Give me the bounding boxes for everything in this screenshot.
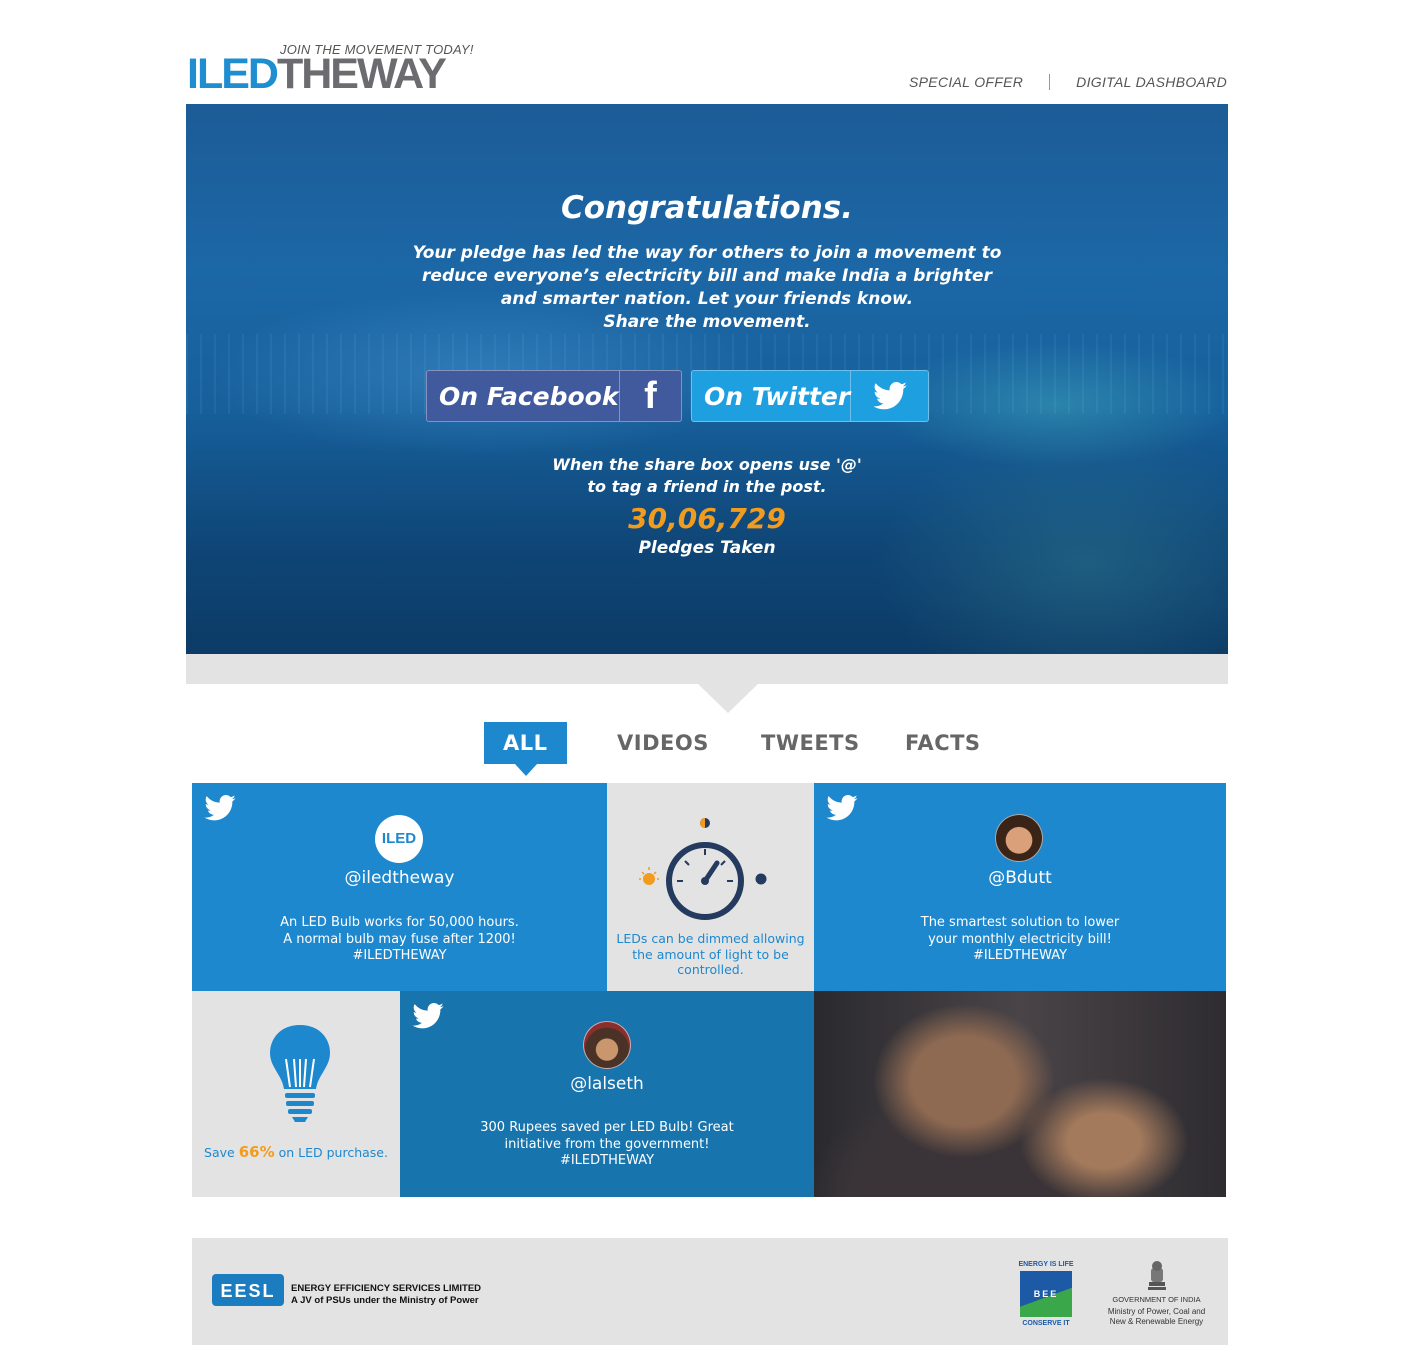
tab-tweets[interactable]: TWEETS (761, 722, 860, 764)
tweet-handle: @lalseth (570, 1074, 644, 1094)
tweet-text-line: your monthly electricity bill! (928, 931, 1112, 947)
gov-ministry-line: Ministry of Power, Coal and (1107, 1307, 1206, 1316)
share-hint-line: When the share box opens use '@' (552, 455, 862, 474)
fact-text-line: controlled. (677, 962, 744, 977)
fact-tile-save[interactable]: Save 66% on LED purchase. (192, 991, 400, 1197)
active-tab-pointer (515, 764, 537, 776)
section-divider-band (186, 654, 1228, 684)
logo-part-iled: ILED (187, 50, 279, 98)
hero-message-line: Your pledge has led the way for others t… (412, 243, 1002, 263)
gov-title: GOVERNMENT OF INDIA (1112, 1294, 1201, 1304)
government-of-india-emblem: GOVERNMENT OF INDIA Ministry of Power, C… (1104, 1260, 1209, 1327)
share-hint-line: to tag a friend in the post. (587, 477, 827, 496)
nav-digital-dashboard[interactable]: DIGITAL DASHBOARD (1076, 74, 1227, 90)
top-nav: SPECIAL OFFER DIGITAL DASHBOARD (909, 74, 1227, 90)
hero-banner: Congratulations. Your pledge has led the… (186, 104, 1228, 654)
bee-bottom-text: CONSERVE IT (1022, 1320, 1070, 1327)
tweet-text: An LED Bulb works for 50,000 hours. A no… (192, 915, 607, 965)
nav-special-offer[interactable]: SPECIAL OFFER (909, 74, 1023, 90)
twitter-bird-icon (850, 371, 928, 421)
tweet-text-line: initiative from the government! (504, 1136, 710, 1152)
led-bulb-icon (270, 1025, 330, 1122)
tweet-text: The smartest solution to lower your mont… (814, 915, 1226, 965)
fact-text-line: the amount of light to be (632, 946, 789, 962)
tweet-text-line: A normal bulb may fuse after 1200! (283, 931, 516, 947)
eesl-name: ENERGY EFFICIENCY SERVICES LIMITED A JV … (291, 1283, 481, 1307)
share-twitter-label: On Twitter (704, 381, 851, 411)
tweet-hashtag: #ILEDTHEWAY (972, 948, 1068, 963)
site-logo[interactable]: ILEDTHEWAY (187, 50, 447, 98)
tweet-tile-iledtheway[interactable]: ILED @iledtheway An LED Bulb works for 5… (192, 783, 607, 991)
avatar: ILED (375, 815, 423, 863)
tweet-handle: @iledtheway (344, 868, 455, 888)
share-twitter-button[interactable]: On Twitter (691, 370, 929, 422)
tab-videos[interactable]: VIDEOS (617, 722, 709, 764)
pledge-count: 30,06,729 (628, 502, 786, 535)
nav-separator (1049, 74, 1051, 90)
twitter-bird-icon (204, 794, 236, 825)
eesl-subtitle: A JV of PSUs under the Ministry of Power (291, 1295, 479, 1306)
bee-top-text: ENERGY IS LIFE (1018, 1261, 1074, 1268)
divider-notch (698, 684, 758, 713)
hero-message-line: Share the movement. (603, 312, 811, 332)
pledge-count-label: Pledges Taken (638, 538, 776, 558)
avatar (583, 1021, 631, 1069)
eesl-title: ENERGY EFFICIENCY SERVICES LIMITED (291, 1283, 482, 1294)
national-emblem-icon (1147, 1261, 1166, 1290)
tweet-hashtag: #ILEDTHEWAY (559, 1153, 655, 1168)
bee-emblem: BEE (1020, 1271, 1072, 1317)
fact-text: LEDs can be dimmed allowing the amount o… (607, 931, 814, 978)
hero-message-line: and smarter nation. Let your friends kno… (500, 289, 914, 309)
fact-text-prefix: Save (204, 1145, 235, 1160)
fact-text: Save 66% on LED purchase. (192, 1143, 400, 1161)
hero-message-line: reduce everyone’s electricity bill and m… (422, 266, 992, 286)
share-facebook-button[interactable]: On Facebook f (426, 370, 682, 422)
video-thumbnail-speaker[interactable] (814, 991, 1226, 1197)
facebook-icon: f (619, 371, 681, 421)
hero-title: Congratulations. (561, 190, 853, 226)
gov-ministry-line: New & Renewable Energy (1109, 1317, 1204, 1326)
tweet-handle: @Bdutt (988, 868, 1052, 888)
tab-facts[interactable]: FACTS (905, 722, 981, 764)
dimmer-gauge-icon (639, 818, 767, 920)
tweet-text-line: The smartest solution to lower (920, 915, 1120, 930)
tweet-tile-bdutt[interactable]: @Bdutt The smartest solution to lower yo… (814, 783, 1226, 991)
fact-text-suffix: on LED purchase. (278, 1145, 388, 1160)
fact-text-line: LEDs can be dimmed allowing (616, 931, 805, 946)
avatar-logo-text: ILED (381, 830, 417, 847)
twitter-bird-icon (412, 1002, 444, 1033)
avatar (995, 814, 1043, 862)
hero-message: Your pledge has led the way for others t… (186, 242, 1228, 334)
footer: EESL ENERGY EFFICIENCY SERVICES LIMITED … (192, 1238, 1228, 1345)
eesl-logo: EESL (212, 1274, 284, 1306)
tweet-text-line: 300 Rupees saved per LED Bulb! Great (480, 1120, 734, 1135)
share-facebook-label: On Facebook (439, 381, 619, 411)
logo-part-theway: THEWAY (276, 50, 447, 98)
fact-percent: 66% (238, 1143, 275, 1161)
twitter-bird-icon (826, 794, 858, 825)
share-hint: When the share box opens use '@' to tag … (186, 454, 1228, 498)
fact-tile-dimmer[interactable]: LEDs can be dimmed allowing the amount o… (607, 783, 814, 991)
tab-all[interactable]: ALL (484, 722, 567, 764)
tweet-text: 300 Rupees saved per LED Bulb! Great ini… (400, 1120, 814, 1170)
bee-logo: ENERGY IS LIFE BEE CONSERVE IT (1018, 1260, 1074, 1328)
tweet-text-line: An LED Bulb works for 50,000 hours. (280, 915, 519, 930)
tweet-tile-lalseth[interactable]: @lalseth 300 Rupees saved per LED Bulb! … (400, 991, 814, 1197)
tweet-hashtag: #ILEDTHEWAY (352, 948, 447, 963)
